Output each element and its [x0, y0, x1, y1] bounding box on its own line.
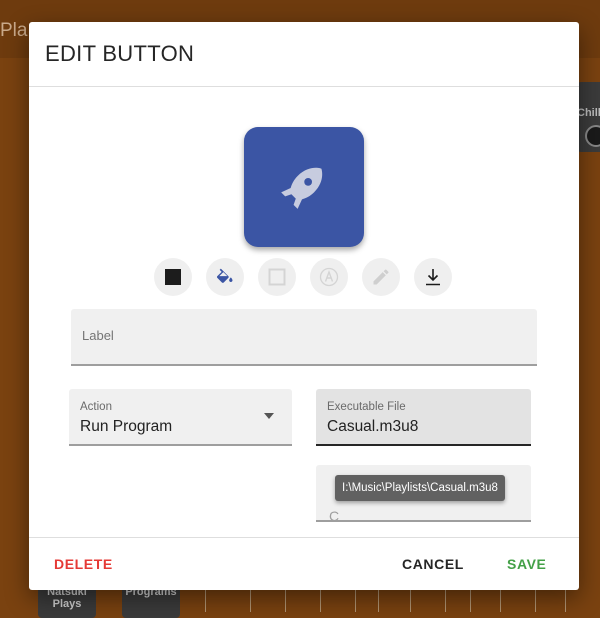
button-icon-preview[interactable]: [244, 127, 364, 247]
label-placeholder: Label: [82, 328, 114, 343]
chevron-down-icon: [264, 413, 274, 419]
app-title-fragment: Pla: [0, 20, 28, 41]
save-button[interactable]: SAVE: [507, 556, 547, 572]
download-icon: [426, 269, 440, 286]
pencil-icon: [373, 269, 389, 285]
fill-color-button[interactable]: [206, 258, 244, 296]
background-tile-right-label: Chill: [577, 107, 600, 119]
paint-bucket-icon: [216, 268, 233, 283]
action-value: Run Program: [80, 418, 173, 435]
background-color-button[interactable]: [154, 258, 192, 296]
rocket-icon: [281, 167, 323, 209]
cancel-button[interactable]: CANCEL: [402, 556, 464, 572]
label-input[interactable]: Label: [71, 309, 537, 366]
executable-file-label: Executable File: [327, 401, 406, 413]
background-color-swatch-icon: [165, 269, 181, 285]
footer-divider: [29, 537, 579, 538]
file-path-tooltip: I:\Music\Playlists\Casual.m3u8: [335, 475, 505, 501]
edit-button-dialog: EDIT BUTTON Label Action Run Program Exe…: [29, 22, 579, 590]
border-color-button[interactable]: [258, 258, 296, 296]
text-color-button[interactable]: [310, 258, 348, 296]
background-knob-icon: [585, 125, 600, 147]
executable-file-input[interactable]: Executable File Casual.m3u8: [316, 389, 531, 446]
executable-file-value: Casual.m3u8: [327, 418, 419, 435]
border-square-icon: [268, 268, 286, 286]
icon-toolbar: [29, 258, 579, 296]
text-style-icon: [319, 267, 339, 287]
edit-icon-button[interactable]: [362, 258, 400, 296]
secondary-input-partial-text: C: [329, 508, 340, 524]
action-select[interactable]: Action Run Program: [69, 389, 292, 446]
delete-button[interactable]: DELETE: [54, 556, 113, 572]
dialog-title: EDIT BUTTON: [45, 41, 195, 66]
import-icon-button[interactable]: [414, 258, 452, 296]
header-divider: [29, 86, 579, 87]
action-label: Action: [80, 401, 112, 413]
